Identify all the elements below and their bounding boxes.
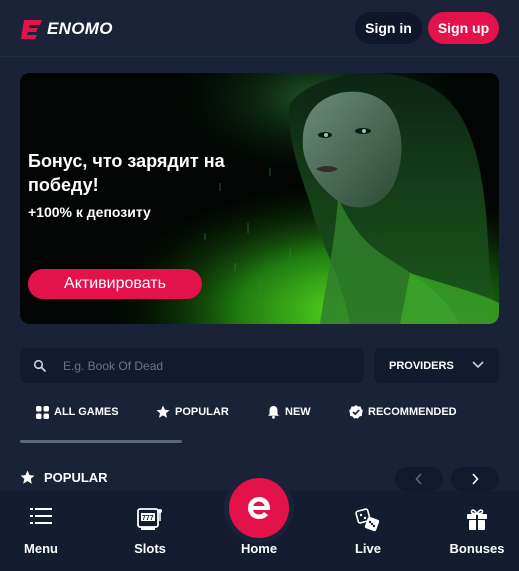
tab-all-games[interactable]: ALL GAMES: [36, 398, 119, 426]
home-button[interactable]: [229, 478, 289, 538]
tab-new[interactable]: NEW: [267, 398, 311, 426]
bell-icon: [268, 406, 279, 419]
logo-e-icon: [248, 497, 271, 519]
promo-banner[interactable]: Бонус, что зарядит на победу! +100% к де…: [20, 73, 499, 324]
slot-machine-icon: 777: [137, 508, 162, 530]
header: ENOMO Sign in Sign up: [0, 0, 519, 57]
dice-icon: [355, 508, 380, 532]
nav-slots[interactable]: 777 Slots: [105, 491, 195, 571]
svg-text:777: 777: [142, 515, 154, 522]
search-bar[interactable]: [20, 348, 364, 383]
active-tab-indicator: [20, 440, 182, 443]
section-title: POPULAR: [44, 470, 108, 485]
nav-bonuses[interactable]: Bonuses: [432, 491, 519, 571]
search-icon: [33, 359, 46, 372]
tab-popular[interactable]: POPULAR: [156, 398, 229, 426]
tab-label: ALL GAMES: [54, 406, 119, 418]
chevron-right-icon: [472, 473, 479, 485]
nav-label: Menu: [24, 541, 58, 556]
hamburger-icon: [30, 508, 52, 524]
providers-label: PROVIDERS: [389, 359, 454, 372]
chevron-left-icon: [415, 473, 422, 485]
tab-label: RECOMMENDED: [368, 406, 457, 418]
chevron-down-icon: [472, 361, 484, 369]
nav-menu[interactable]: Menu: [0, 491, 86, 571]
sign-in-button[interactable]: Sign in: [355, 12, 422, 44]
badge-check-icon: [349, 405, 363, 419]
star-icon: [20, 470, 35, 484]
logo-text: ENOMO: [47, 19, 113, 38]
logo-e-icon: [21, 20, 42, 39]
gift-icon: [467, 509, 487, 530]
carousel-next-button[interactable]: [451, 467, 499, 491]
providers-dropdown[interactable]: PROVIDERS: [374, 348, 499, 383]
nav-label: Home: [240, 541, 278, 556]
search-input[interactable]: [61, 357, 345, 374]
banner-title: Бонус, что зарядит на победу!: [28, 151, 225, 195]
nav-label: Slots: [134, 541, 166, 556]
nav-label: Bonuses: [449, 541, 505, 556]
brand-logo[interactable]: ENOMO: [20, 16, 113, 42]
tab-label: NEW: [285, 406, 311, 418]
section-header-popular: POPULAR: [20, 470, 108, 485]
sign-up-button[interactable]: Sign up: [428, 12, 499, 44]
grid-icon: [36, 405, 49, 419]
nav-label: Live: [354, 541, 381, 556]
star-icon: [156, 405, 170, 418]
game-category-tabs: ALL GAMES POPULAR NEW RECOMMENDED: [20, 398, 499, 444]
banner-subtitle: +100% к депозиту: [28, 204, 151, 220]
carousel-prev-button[interactable]: [395, 467, 443, 491]
nav-live[interactable]: Live: [323, 491, 413, 571]
tab-recommended[interactable]: RECOMMENDED: [349, 398, 457, 426]
tab-label: POPULAR: [175, 406, 229, 418]
activate-button[interactable]: Активировать: [28, 269, 202, 299]
